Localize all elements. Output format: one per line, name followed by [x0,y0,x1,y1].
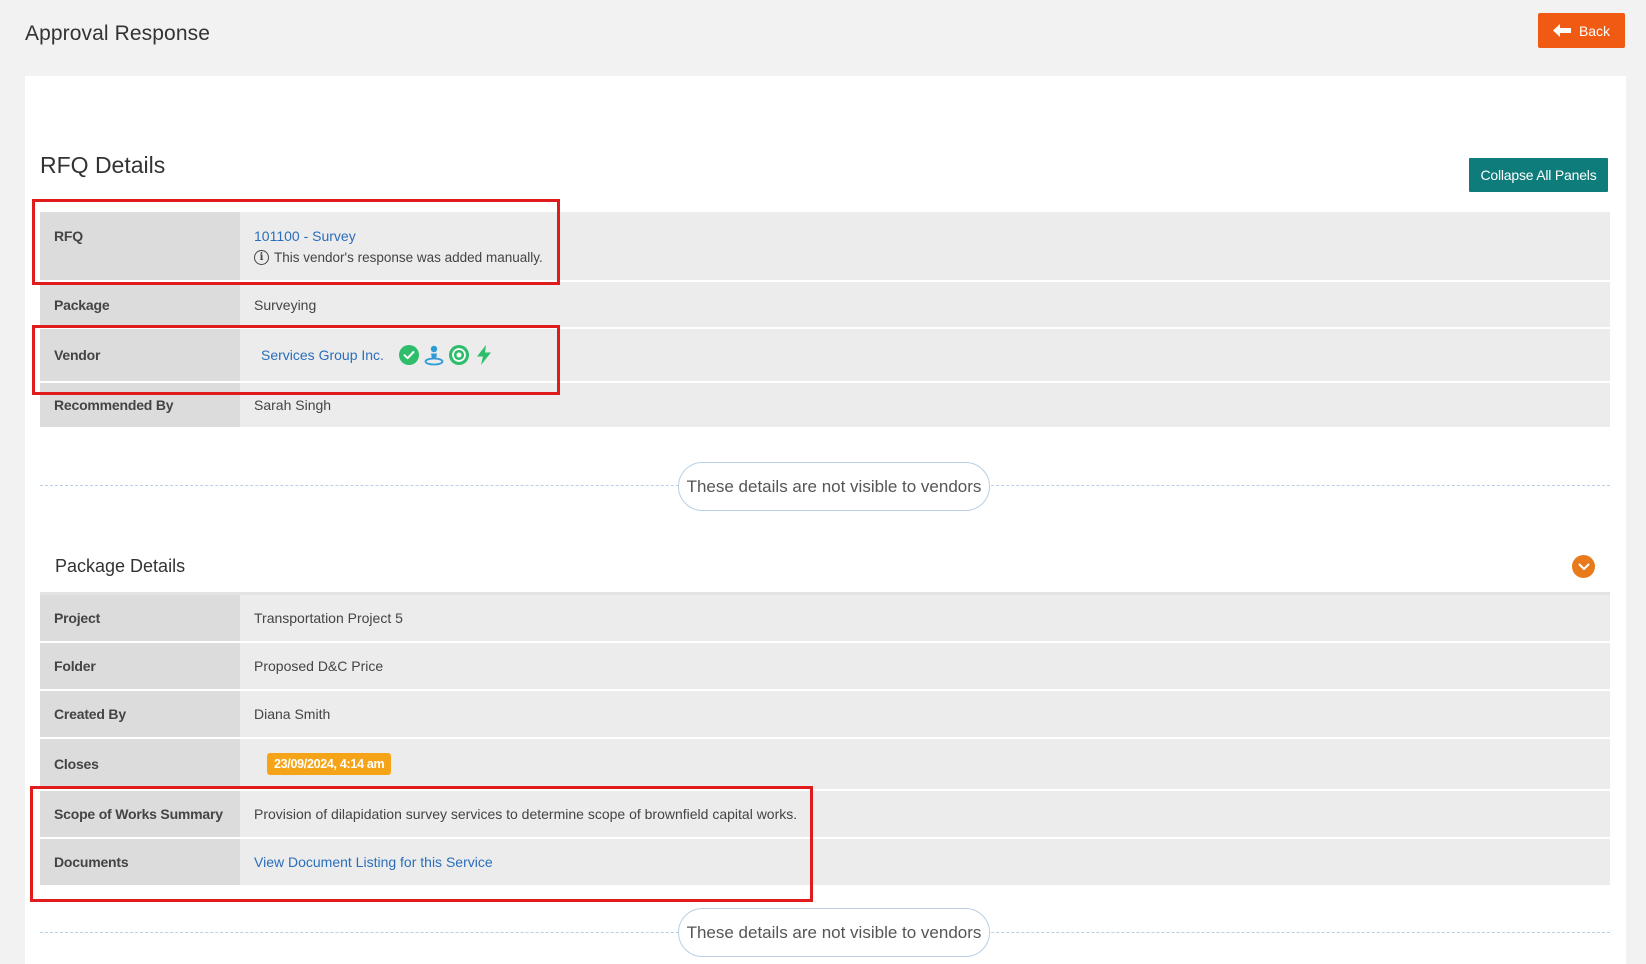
row-value: 23/09/2024, 4:14 am [240,739,1610,789]
vendor-badges [398,344,495,366]
table-row-documents: Documents View Document Listing for this… [40,839,1610,887]
document-listing-link[interactable]: View Document Listing for this Service [254,854,1596,870]
info-icon: i [254,249,269,265]
row-value: Proposed D&C Price [254,658,384,674]
arrow-left-icon [1552,24,1571,37]
visibility-notice: These details are not visible to vendors [678,462,990,511]
row-value: 101100 - Survey i This vendor's response… [240,212,1610,280]
table-row-scope: Scope of Works Summary Provision of dila… [40,791,1610,839]
row-value: Provision of dilapidation survey service… [254,806,798,822]
back-button-label: Back [1578,22,1611,39]
package-details-title: Package Details [55,556,186,576]
visibility-notice: These details are not visible to vendors [678,908,990,957]
row-label: Package [40,282,240,327]
closing-date-badge: 23/09/2024, 4:14 am [267,753,392,775]
row-label: Recommended By [40,383,240,427]
row-label: RFQ [40,212,240,280]
person-pin-icon[interactable] [423,344,445,366]
row-value: Sarah Singh [254,397,332,413]
table-row-created-by: Created By Diana Smith [40,691,1610,739]
package-details-table: Project Transportation Project 5 Folder … [40,595,1610,887]
row-label: Created By [40,691,240,737]
vendor-link[interactable]: Services Group Inc. [261,347,384,363]
content-card: RFQ Details Collapse All Panels RFQ 1011… [25,76,1626,964]
manual-response-text: This vendor's response was added manuall… [274,249,543,265]
verified-check-icon[interactable] [398,344,420,366]
chevron-down-icon [1578,563,1589,570]
row-value: Surveying [254,296,317,313]
rfq-details-title: RFQ Details [40,152,166,178]
row-label: Closes [40,739,240,789]
table-row-vendor: Vendor Services Group Inc. [40,329,1610,383]
row-label: Scope of Works Summary [40,791,240,837]
row-value: Services Group Inc. [240,329,1610,381]
collapse-all-panels-button[interactable]: Collapse All Panels [1469,158,1608,192]
table-row-folder: Folder Proposed D&C Price [40,643,1610,691]
table-row-rfq: RFQ 101100 - Survey i This vendor's resp… [40,212,1610,282]
lightning-icon[interactable] [473,344,495,366]
target-icon[interactable] [448,344,470,366]
table-row-recommended-by: Recommended By Sarah Singh [40,383,1610,429]
row-label: Documents [40,839,240,885]
row-value: Diana Smith [254,706,331,722]
back-button[interactable]: Back [1538,13,1625,48]
page-title: Approval Response [25,22,210,45]
rfq-link[interactable]: 101100 - Survey [254,228,1596,244]
table-row-package: Package Surveying [40,282,1610,329]
row-label: Project [40,595,240,641]
table-row-closes: Closes 23/09/2024, 4:14 am [40,739,1610,791]
collapse-package-details-button[interactable] [1572,555,1595,578]
rfq-details-table: RFQ 101100 - Survey i This vendor's resp… [40,212,1610,429]
row-label: Vendor [40,329,240,381]
table-row-project: Project Transportation Project 5 [40,595,1610,643]
manual-response-note: i This vendor's response was added manua… [254,249,1596,265]
row-label: Folder [40,643,240,689]
row-value: Transportation Project 5 [254,610,403,626]
row-value: View Document Listing for this Service [240,839,1610,885]
